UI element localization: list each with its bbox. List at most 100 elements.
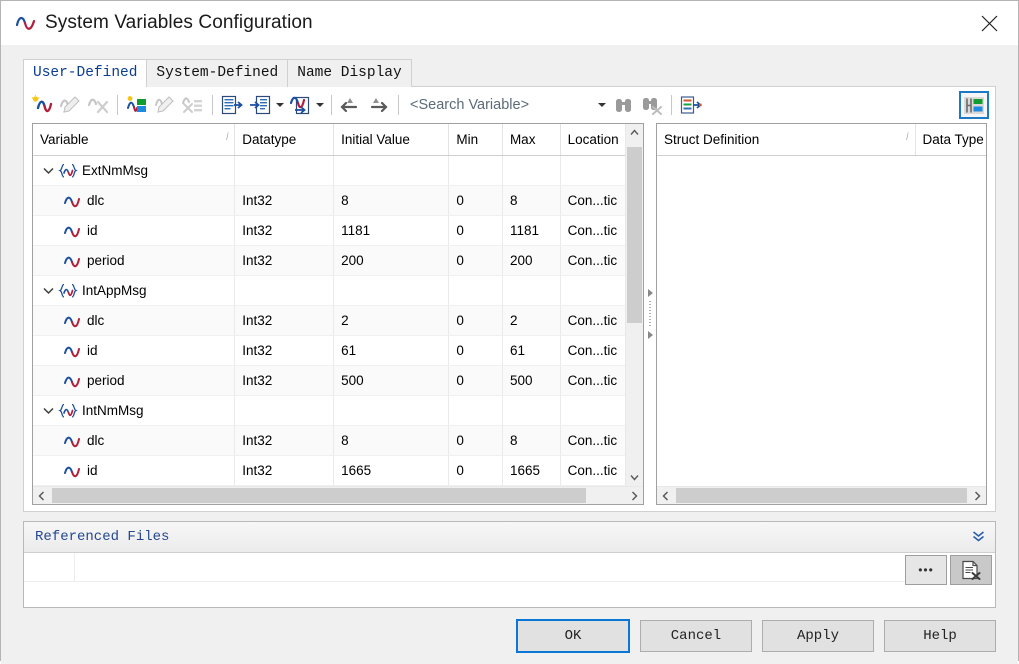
referenced-files-header[interactable]: Referenced Files — [24, 522, 995, 553]
table-row[interactable]: ExtNmMsg — [33, 155, 643, 186]
referenced-files-cell-path[interactable] — [75, 553, 905, 581]
cancel-button[interactable]: Cancel — [640, 620, 752, 652]
cell-datatype[interactable]: Int32 — [234, 185, 335, 216]
cell-min[interactable] — [448, 155, 503, 186]
cell-variable[interactable]: period — [33, 365, 236, 396]
table-row[interactable]: id Int32 1181 0 1181 Con...tic — [33, 215, 643, 246]
cell-max[interactable]: 200 — [502, 245, 561, 276]
expander-toggle[interactable] — [40, 287, 57, 295]
edit-struct-button[interactable] — [151, 91, 179, 119]
table-row[interactable]: IntNmMsg — [33, 395, 643, 426]
search-variable-input[interactable]: <Search Variable> — [410, 93, 610, 117]
export-variables-button[interactable] — [286, 91, 314, 119]
table-row[interactable]: period Int32 500 0 500 Con...tic — [33, 365, 643, 396]
table-row[interactable]: dlc Int32 8 0 8 Con...tic — [33, 425, 643, 456]
panel-splitter[interactable] — [644, 123, 656, 505]
export-button[interactable] — [218, 91, 246, 119]
table-row[interactable]: period Int32 200 0 200 Con...tic — [33, 245, 643, 276]
export-variables-dropdown-button[interactable] — [314, 92, 326, 118]
cell-datatype[interactable] — [234, 155, 335, 186]
cell-datatype[interactable]: Int32 — [234, 455, 335, 486]
split-view-button[interactable] — [959, 91, 989, 119]
cell-initial-value[interactable]: 8 — [333, 185, 450, 216]
column-header-initial-value[interactable]: Initial Value — [333, 124, 450, 156]
cell-min[interactable]: 0 — [448, 455, 503, 486]
import-dropdown-button[interactable] — [274, 92, 286, 118]
cell-datatype[interactable]: Int32 — [234, 335, 335, 366]
cell-min[interactable]: 0 — [448, 305, 503, 336]
cell-max[interactable]: 61 — [502, 335, 561, 366]
cell-initial-value[interactable]: 200 — [333, 245, 450, 276]
scroll-right-button[interactable] — [626, 487, 643, 504]
cell-variable[interactable]: dlc — [33, 305, 236, 336]
cell-max[interactable]: 500 — [502, 365, 561, 396]
cell-initial-value[interactable]: 1181 — [333, 215, 450, 246]
cell-variable[interactable]: dlc — [33, 185, 236, 216]
help-button[interactable]: Help — [884, 620, 996, 652]
cell-datatype[interactable]: Int32 — [234, 305, 335, 336]
cell-variable[interactable]: IntAppMsg — [33, 275, 236, 306]
browse-file-button[interactable]: ••• — [905, 555, 947, 585]
cell-max[interactable]: 1181 — [502, 215, 561, 246]
delete-struct-button[interactable] — [179, 91, 207, 119]
cell-max[interactable] — [502, 395, 561, 426]
cell-variable[interactable]: id — [33, 335, 236, 366]
cell-min[interactable] — [448, 275, 503, 306]
cell-initial-value[interactable] — [333, 155, 450, 186]
cell-min[interactable]: 0 — [448, 215, 503, 246]
cell-max[interactable]: 1665 — [502, 455, 561, 486]
vertical-scroll-track[interactable] — [626, 141, 643, 469]
cell-initial-value[interactable]: 61 — [333, 335, 450, 366]
struct-scroll-right-button[interactable] — [969, 487, 986, 504]
expander-toggle[interactable] — [40, 407, 57, 415]
struct-horizontal-scroll-thumb[interactable] — [676, 488, 967, 503]
horizontal-scroll-track[interactable] — [50, 487, 626, 504]
vertical-scroll-thumb[interactable] — [627, 147, 642, 323]
variables-vertical-scrollbar[interactable] — [625, 124, 643, 486]
scroll-up-button[interactable] — [626, 124, 643, 141]
search-dropdown-button[interactable] — [598, 103, 610, 107]
cell-max[interactable]: 2 — [502, 305, 561, 336]
expander-toggle[interactable] — [40, 167, 57, 175]
cell-max[interactable]: 8 — [502, 425, 561, 456]
referenced-files-row[interactable] — [24, 553, 905, 582]
table-row[interactable]: dlc Int32 8 0 8 Con...tic — [33, 185, 643, 216]
cell-max[interactable] — [502, 155, 561, 186]
cell-initial-value[interactable] — [333, 395, 450, 426]
ok-button[interactable]: OK — [516, 619, 630, 653]
new-struct-button[interactable] — [123, 91, 151, 119]
column-header-max[interactable]: Max — [502, 124, 561, 156]
cell-initial-value[interactable]: 1665 — [333, 455, 450, 486]
cell-variable[interactable]: id — [33, 455, 236, 486]
cell-max[interactable] — [502, 275, 561, 306]
cell-initial-value[interactable]: 2 — [333, 305, 450, 336]
cell-variable[interactable]: id — [33, 215, 236, 246]
export-list-button[interactable] — [677, 91, 705, 119]
table-row[interactable]: IntAppMsg — [33, 275, 643, 306]
cell-initial-value[interactable]: 500 — [333, 365, 450, 396]
cell-datatype[interactable]: Int32 — [234, 365, 335, 396]
cell-datatype[interactable]: Int32 — [234, 425, 335, 456]
cell-datatype[interactable]: Int32 — [234, 245, 335, 276]
close-button[interactable] — [960, 1, 1018, 45]
referenced-files-grid[interactable] — [24, 553, 905, 607]
column-header-struct-definition[interactable]: Struct Definition / — [657, 124, 916, 156]
scroll-down-button[interactable] — [626, 469, 643, 486]
horizontal-scroll-thumb[interactable] — [52, 488, 586, 503]
scroll-left-button[interactable] — [33, 487, 50, 504]
cell-min[interactable]: 0 — [448, 335, 503, 366]
column-header-datatype[interactable]: Datatype — [234, 124, 335, 156]
cell-initial-value[interactable]: 8 — [333, 425, 450, 456]
struct-horizontal-scroll-track[interactable] — [674, 487, 969, 504]
variables-horizontal-scrollbar[interactable] — [33, 486, 643, 504]
cell-datatype[interactable]: Int32 — [234, 215, 335, 246]
new-variable-button[interactable] — [28, 91, 56, 119]
tab-user-defined[interactable]: User-Defined — [23, 59, 148, 87]
cell-datatype[interactable] — [234, 275, 335, 306]
delete-variable-button[interactable] — [84, 91, 112, 119]
tab-system-defined[interactable]: System-Defined — [146, 59, 289, 87]
tab-name-display[interactable]: Name Display — [287, 59, 412, 87]
collapse-section-button[interactable] — [972, 531, 985, 543]
cell-min[interactable]: 0 — [448, 425, 503, 456]
remove-file-button[interactable] — [950, 555, 992, 585]
